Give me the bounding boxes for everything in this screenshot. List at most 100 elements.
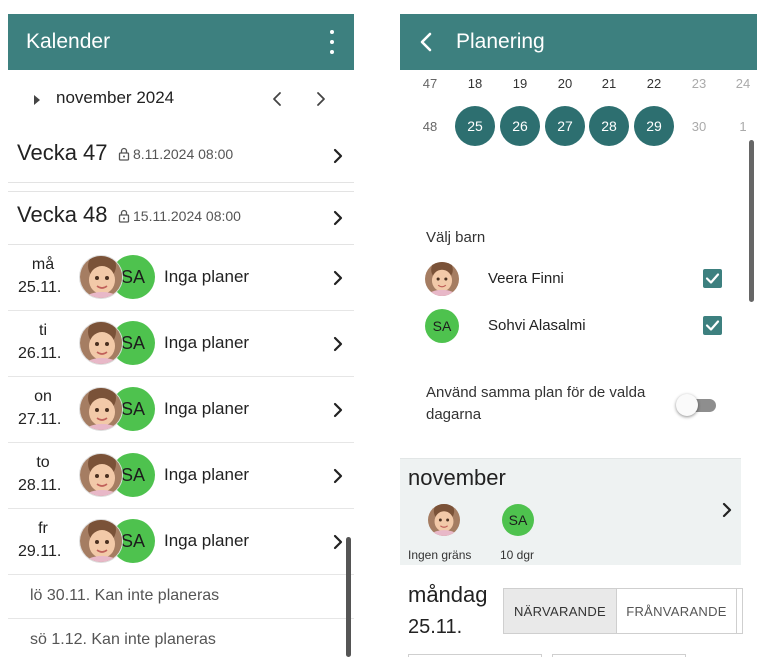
plan-status: Inga planer [164, 267, 250, 286]
calendar-screen: Kalender november 2024 Vecka 47 8.11.202… [8, 14, 354, 657]
calendar-day: 24 [735, 76, 751, 91]
day-row-tue[interactable]: ti 26.11. SA Inga planer [8, 311, 354, 377]
chevron-right-icon [332, 534, 344, 550]
child-row-sohvi[interactable]: SA Sohvi Alasalmi [400, 304, 757, 348]
child-days-text: 10 dgr [500, 548, 535, 562]
week-row-48[interactable]: Vecka 48 15.11.2024 08:00 [8, 192, 354, 244]
expand-triangle-icon[interactable] [34, 95, 40, 105]
back-arrow-icon[interactable] [408, 14, 444, 70]
month-navigation: november 2024 [8, 70, 354, 130]
page-title: Kalender [26, 30, 111, 53]
day-name: on [34, 388, 52, 405]
child-avatar-initials: SA [502, 504, 534, 536]
plan-status: Inga planer [164, 333, 250, 352]
day-row-fri[interactable]: fr 29.11. SA Inga planer [8, 509, 354, 575]
calendar-day-selected[interactable]: 29 [634, 106, 674, 146]
week-row-47[interactable]: Vecka 47 8.11.2024 08:00 [8, 130, 354, 182]
calendar-day: 30 [691, 119, 707, 134]
calendar-day[interactable]: 22 [634, 76, 674, 91]
day-row-wed[interactable]: on 27.11. SA Inga planer [8, 377, 354, 443]
child-avatar-photo [79, 321, 123, 365]
chevron-right-icon [332, 210, 344, 226]
lock-icon [118, 147, 130, 161]
child-avatar-photo [79, 255, 123, 299]
calendar-day[interactable]: 19 [500, 76, 540, 91]
week-title: Vecka 47 [17, 140, 108, 165]
week-title: Vecka 48 [17, 202, 108, 227]
child-avatar-photo [79, 453, 123, 497]
calendar-day-selected[interactable]: 27 [545, 106, 585, 146]
child-avatar-photo [428, 504, 460, 536]
calendar-day: 1 [739, 119, 747, 134]
calendar-day[interactable]: 20 [545, 76, 585, 91]
day-date: 27.11. [18, 411, 62, 428]
child-checkbox[interactable] [703, 316, 722, 335]
chevron-right-icon [332, 402, 344, 418]
day-name: fr [38, 520, 48, 537]
day-date: 25.11. [408, 616, 463, 638]
week-deadline: 8.11.2024 08:00 [133, 146, 234, 162]
child-name: Sohvi Alasalmi [488, 317, 586, 334]
week-number: 47 [422, 76, 438, 91]
week-number: 48 [422, 119, 438, 134]
day-weekday: måndag [408, 582, 488, 607]
child-avatar-photo [79, 519, 123, 563]
calendar-day[interactable]: 18 [455, 76, 495, 91]
child-avatar-photo [79, 387, 123, 431]
child-checkbox[interactable] [703, 269, 722, 288]
day-name: ti [39, 322, 47, 339]
toggle-knob [676, 394, 698, 416]
same-plan-toggle[interactable] [676, 394, 718, 416]
week-deadline: 15.11.2024 08:00 [133, 208, 241, 224]
present-button[interactable]: NÄRVARANDE [504, 589, 617, 633]
day-name: to [36, 454, 50, 471]
day-row-mon[interactable]: må 25.11. SA Inga planer [8, 245, 354, 311]
day-plan-section: måndag 25.11. NÄRVARANDE FRÅNVARANDE [400, 576, 757, 657]
choose-children-label: Välj barn [426, 229, 486, 246]
calendar-day-selected[interactable]: 25 [455, 106, 495, 146]
chevron-right-icon[interactable] [310, 88, 332, 110]
day-date: 28.11. [18, 477, 62, 494]
scrollbar[interactable] [749, 140, 754, 302]
calendar-day-selected[interactable]: 26 [500, 106, 540, 146]
child-row-veera[interactable]: Veera Finni [400, 257, 757, 301]
unplannable-day-text: lö 30.11. Kan inte planeras [30, 587, 220, 604]
lock-icon [118, 209, 130, 223]
app-bar: Planering [400, 14, 757, 70]
chevron-left-icon[interactable] [266, 88, 288, 110]
child-avatar-photo [425, 262, 459, 296]
day-date: 29.11. [18, 543, 62, 560]
month-summary-card[interactable]: november SA Ingen gräns 10 dgr [400, 458, 741, 565]
unplannable-day-row: sö 1.12. Kan inte planeras [8, 619, 354, 657]
more-options-icon[interactable] [328, 30, 336, 54]
calendar-day[interactable]: 21 [589, 76, 629, 91]
day-date: 25.11. [18, 279, 62, 296]
calendar-day: 23 [691, 76, 707, 91]
unplannable-day-text: sö 1.12. Kan inte planeras [30, 631, 216, 648]
plan-status: Inga planer [164, 531, 250, 550]
chevron-right-icon [332, 336, 344, 352]
absent-button[interactable]: FRÅNVARANDE [617, 589, 737, 633]
month-card-title: november [408, 465, 506, 490]
app-bar: Kalender [8, 14, 354, 70]
section-gap [8, 183, 354, 191]
child-limit-text: Ingen gräns [408, 548, 472, 562]
day-date: 26.11. [18, 345, 62, 362]
page-title: Planering [456, 30, 545, 53]
planning-screen: Planering 47 18 19 20 21 22 23 24 48 25 … [400, 14, 757, 657]
day-row-thu[interactable]: to 28.11. SA Inga planer [8, 443, 354, 509]
chevron-right-icon [332, 148, 344, 164]
chevron-right-icon [332, 270, 344, 286]
month-label[interactable]: november 2024 [56, 88, 174, 108]
calendar-day-selected[interactable]: 28 [589, 106, 629, 146]
chevron-right-icon [332, 468, 344, 484]
same-plan-label: Använd samma plan för de valda dagarna [426, 384, 646, 423]
chevron-right-icon [721, 502, 733, 518]
scrollbar[interactable] [346, 537, 351, 657]
plan-status: Inga planer [164, 465, 250, 484]
day-name: må [31, 256, 55, 273]
attendance-segmented-control: NÄRVARANDE FRÅNVARANDE [503, 588, 743, 634]
child-avatar-initials: SA [425, 309, 459, 343]
mini-calendar: 47 18 19 20 21 22 23 24 48 25 26 27 28 2… [400, 70, 757, 190]
child-name: Veera Finni [488, 270, 564, 287]
